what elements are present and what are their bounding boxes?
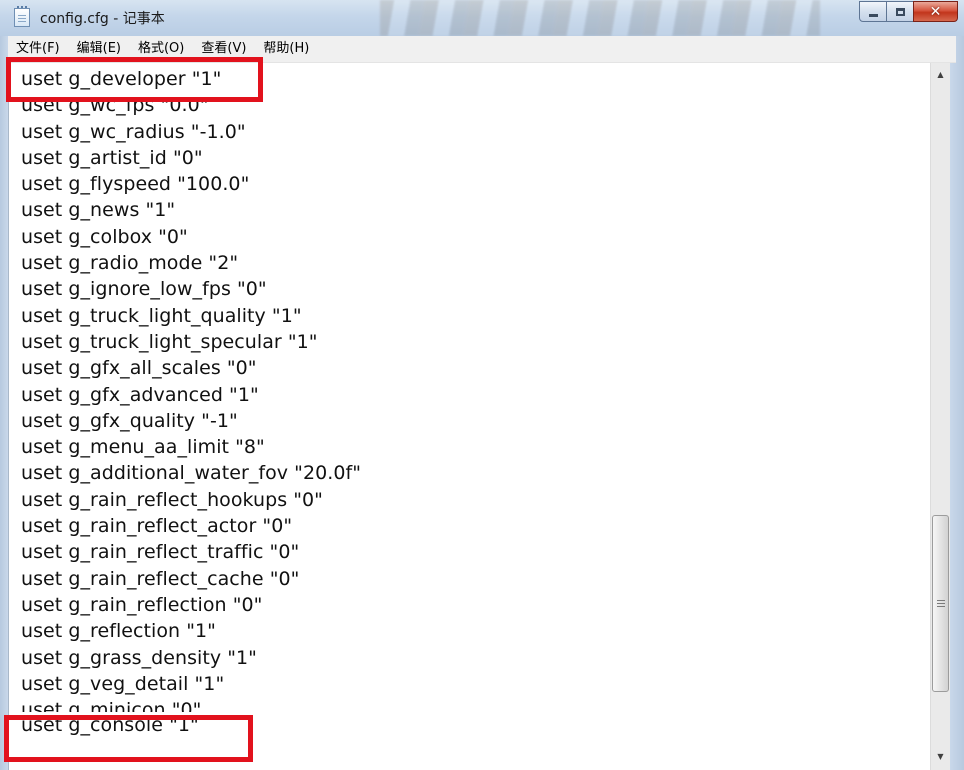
text-line: uset g_ignore_low_fps "0" (21, 278, 267, 301)
minimize-button[interactable] (859, 1, 887, 22)
grip-icon (936, 600, 945, 607)
text-line: uset g_wc_radius "-1.0" (21, 120, 246, 143)
menu-help[interactable]: 帮助(H) (256, 37, 316, 61)
scroll-down-arrow-icon[interactable]: ▼ (931, 747, 950, 766)
text-line: uset g_menu_aa_limit "8" (21, 436, 265, 459)
text-line: uset g_gfx_all_scales "0" (21, 357, 257, 380)
vertical-scrollbar[interactable]: ▲ ▼ (930, 63, 950, 770)
text-line: uset g_gfx_quality "-1" (21, 409, 238, 432)
text-line: uset g_rain_reflection "0" (21, 593, 263, 616)
text-line: uset g_rain_reflect_actor "0" (21, 515, 293, 538)
text-line: uset g_news "1" (21, 199, 176, 222)
text-line: uset g_minicon "0" (21, 699, 202, 713)
text-content: uset g_developer "1" uset g_wc_fps "0.0"… (21, 66, 361, 738)
close-icon: ✕ (929, 3, 942, 20)
caption-buttons: ✕ (859, 1, 958, 23)
window-title: config.cfg - 记事本 (40, 11, 165, 27)
title-bar-background (380, 0, 820, 36)
maximize-icon (895, 7, 905, 16)
window-frame-left (0, 36, 8, 770)
text-line: uset g_rain_reflect_cache "0" (21, 567, 300, 590)
text-line: uset g_flyspeed "100.0" (21, 173, 250, 196)
text-line: uset g_wc_fps "0.0" (21, 94, 209, 117)
text-line: uset g_veg_detail "1" (21, 672, 225, 695)
text-line: uset g_rain_reflect_hookups "0" (21, 488, 323, 511)
text-line: uset g_truck_light_quality "1" (21, 304, 302, 327)
text-line: uset g_developer "1" (21, 68, 222, 90)
menu-edit[interactable]: 编辑(E) (70, 37, 128, 61)
text-line: uset g_additional_water_fov "20.0f" (21, 462, 361, 485)
text-line: uset g_colbox "0" (21, 225, 188, 248)
window-frame-right (950, 36, 964, 770)
title-bar[interactable]: config.cfg - 记事本 ✕ (0, 0, 964, 36)
menu-view[interactable]: 查看(V) (194, 37, 253, 61)
text-line: uset g_radio_mode "2" (21, 252, 239, 275)
text-editor[interactable]: uset g_developer "1" uset g_wc_fps "0.0"… (8, 63, 930, 770)
maximize-button[interactable] (886, 1, 914, 22)
text-line: uset g_console "1" (21, 714, 199, 737)
notepad-app-icon[interactable] (14, 6, 30, 27)
text-line: uset g_reflection "1" (21, 620, 216, 643)
close-button[interactable]: ✕ (913, 1, 958, 22)
text-line: uset g_gfx_advanced "1" (21, 383, 259, 406)
text-line: uset g_rain_reflect_traffic "0" (21, 541, 300, 564)
minimize-icon (868, 14, 878, 17)
text-line: uset g_grass_density "1" (21, 646, 257, 669)
text-line: uset g_truck_light_specular "1" (21, 330, 318, 353)
menu-bar: 文件(F) 编辑(E) 格式(O) 查看(V) 帮助(H) (8, 36, 956, 63)
scroll-up-arrow-icon[interactable]: ▲ (931, 65, 950, 84)
scroll-thumb[interactable] (932, 515, 949, 692)
menu-format[interactable]: 格式(O) (131, 37, 191, 61)
menu-file[interactable]: 文件(F) (8, 37, 67, 61)
notepad-window: config.cfg - 记事本 ✕ 文件(F) 编辑(E) 格式(O) 查看(… (0, 0, 964, 770)
text-line: uset g_artist_id "0" (21, 146, 203, 169)
